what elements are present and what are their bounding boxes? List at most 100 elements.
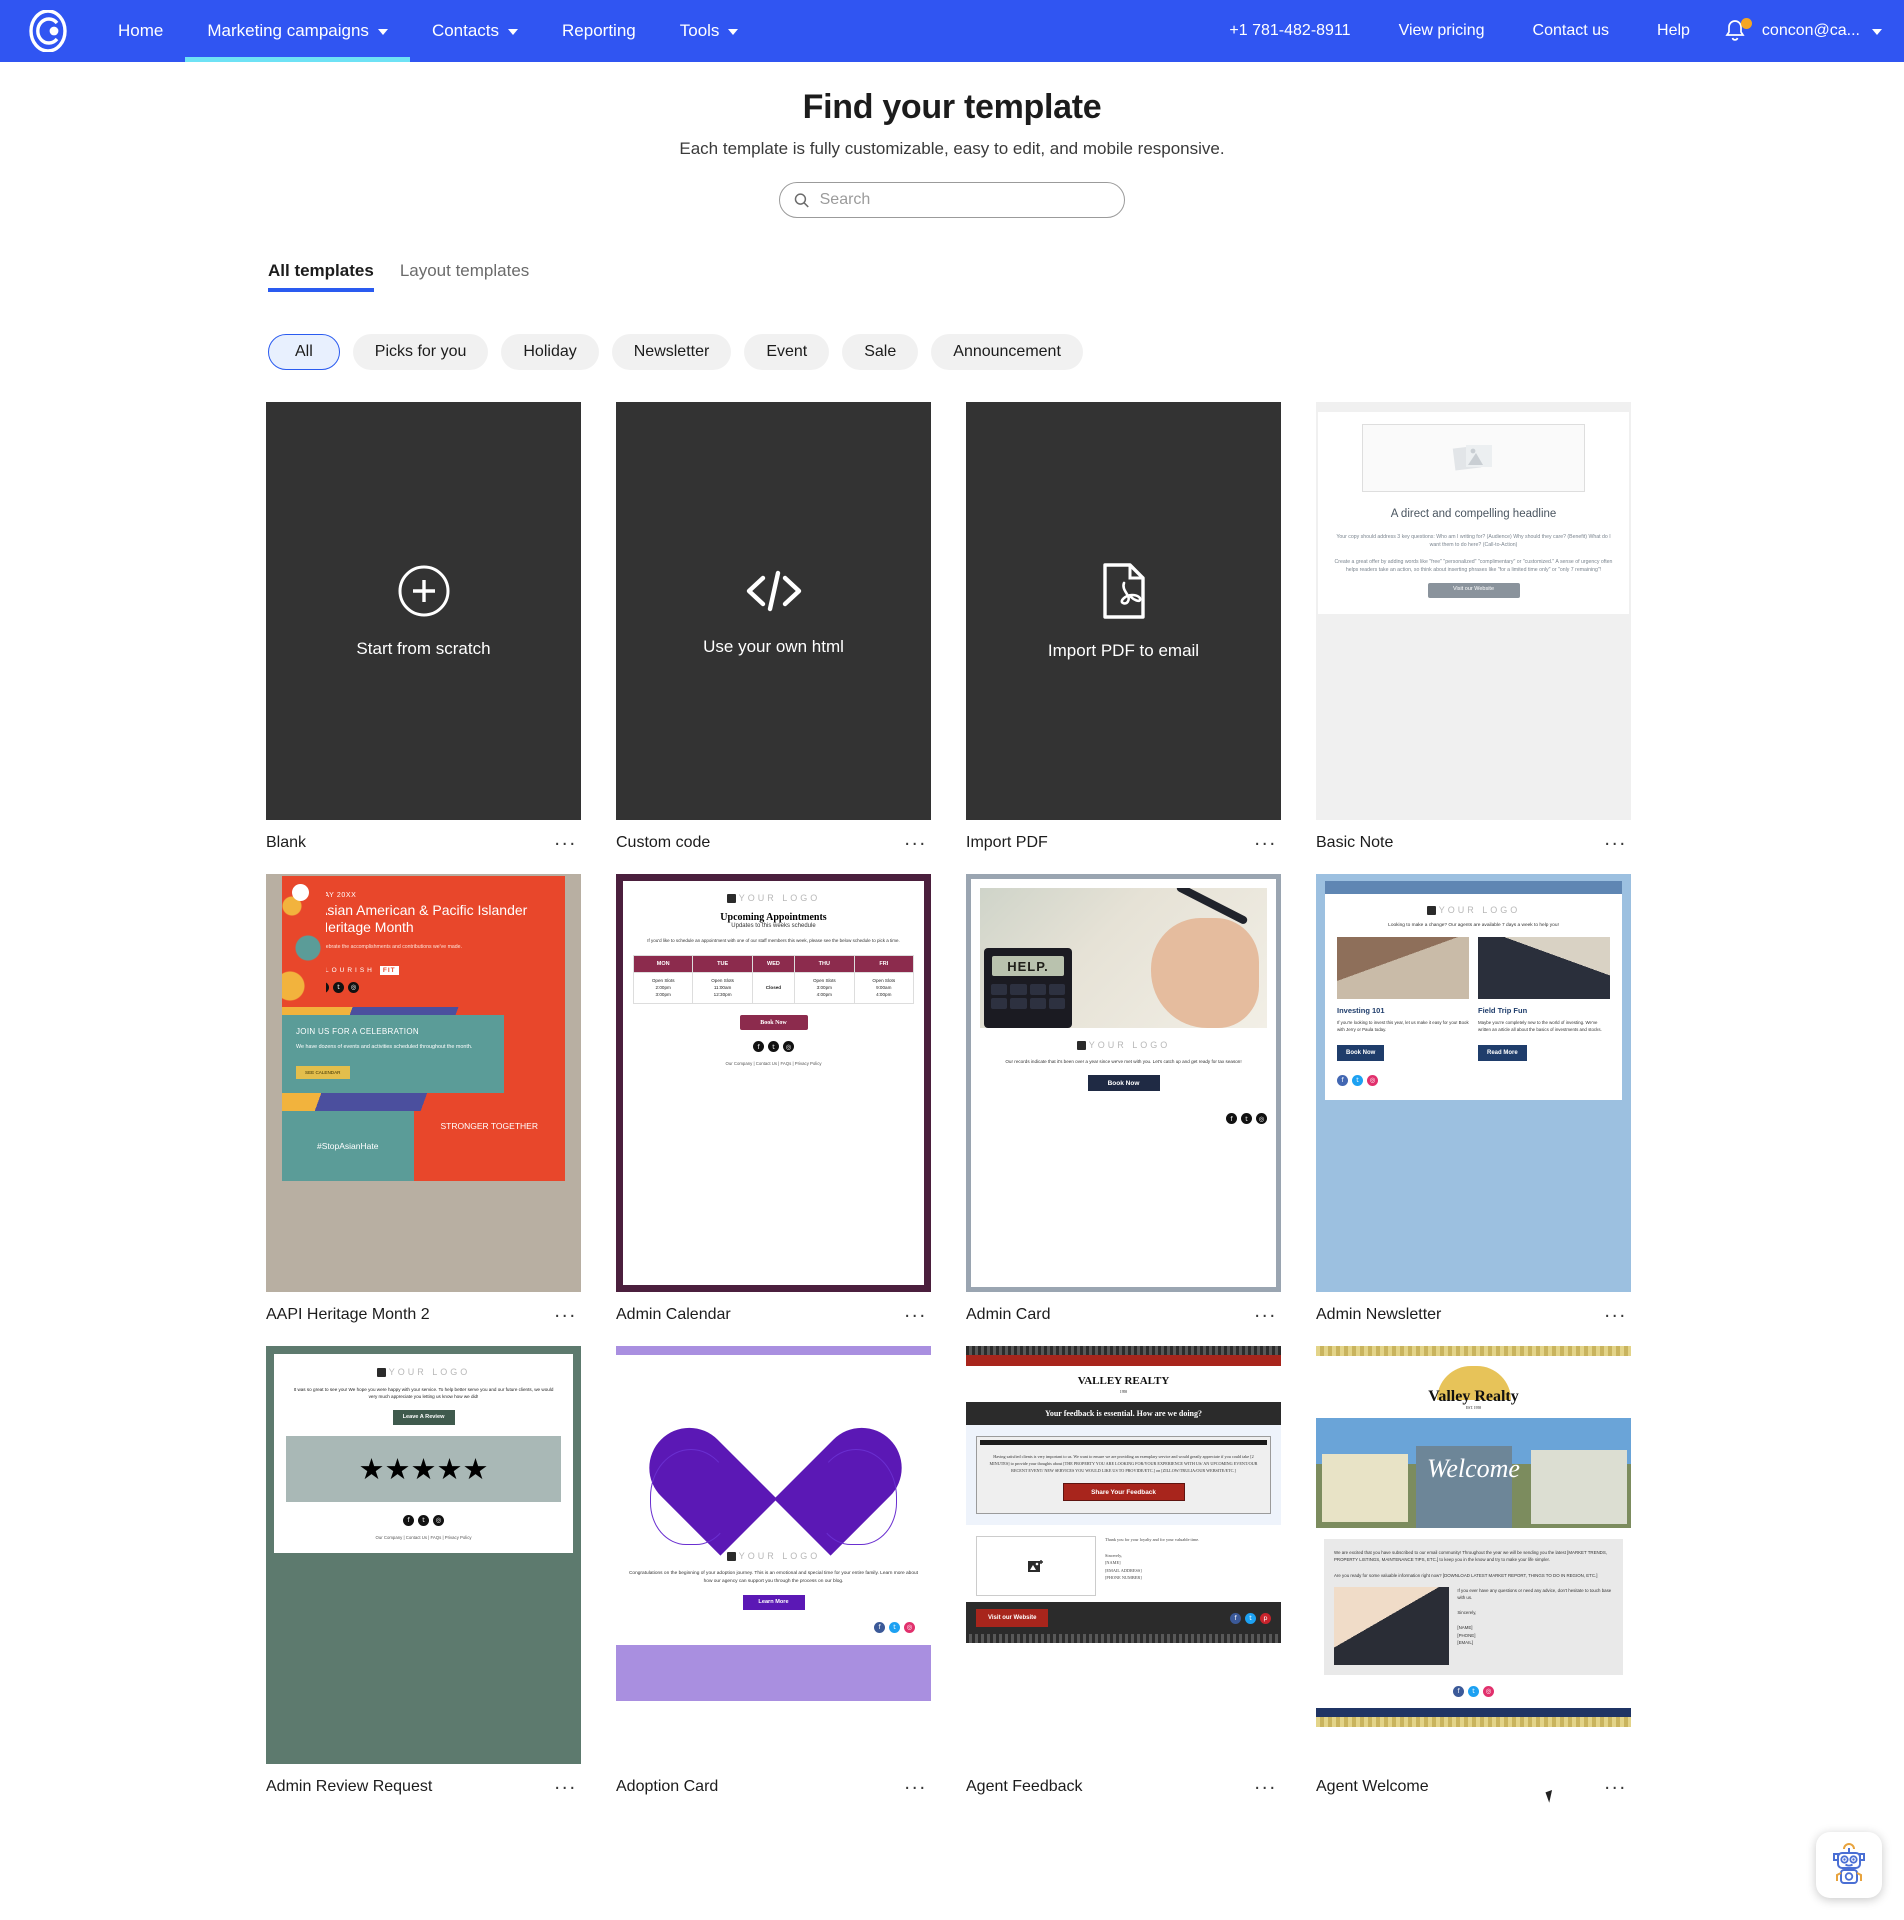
nav-label: +1 781-482-8911 [1229, 22, 1351, 39]
preview-body-1: Your copy should address 3 key questions… [1336, 533, 1611, 548]
card-more-menu-button[interactable]: ... [1604, 1301, 1627, 1324]
twitter-icon: t [418, 1514, 429, 1526]
nav-item-view-pricing[interactable]: View pricing [1375, 22, 1509, 40]
template-card-agent-feedback: VALLEY REALTY 1958 Your feedback is esse… [966, 1346, 1281, 1796]
chip-announcement[interactable]: Announcement [931, 334, 1083, 370]
nav-item-reporting[interactable]: Reporting [540, 0, 658, 62]
instagram-icon: ◎ [1483, 1685, 1494, 1697]
column-body: Maybe you're completely new to the world… [1478, 1020, 1602, 1032]
column-title: Investing 101 [1337, 1006, 1385, 1015]
template-thumbnail-agent-feedback[interactable]: VALLEY REALTY 1958 Your feedback is esse… [966, 1346, 1281, 1764]
card-more-menu-button[interactable]: ... [1254, 1301, 1277, 1324]
template-thumbnail-basic-note[interactable]: A direct and compelling headline Your co… [1316, 402, 1631, 820]
facebook-icon: f [1453, 1685, 1464, 1697]
chip-label: Newsletter [633, 343, 710, 360]
template-thumbnail-custom-code[interactable]: Use your own html [616, 402, 931, 820]
nav-label: Contacts [431, 21, 500, 40]
search-input[interactable] [819, 191, 1110, 209]
template-thumbnail-agent-welcome[interactable]: Valley Realty EST. 1958 Welcome We are e… [1316, 1346, 1631, 1764]
twitter-icon: t [1241, 1113, 1252, 1125]
twitter-icon: t [768, 1041, 779, 1053]
template-thumbnail-aapi[interactable]: MAY 20XX Asian American & Pacific Island… [266, 874, 581, 1292]
template-card-blank: Start from scratch Blank ... [266, 402, 581, 852]
chevron-down-icon [728, 29, 739, 35]
logo-text: YOUR LOGO [738, 893, 821, 903]
logo-square-icon [1076, 1040, 1086, 1050]
chip-holiday[interactable]: Holiday [501, 334, 599, 370]
nav-item-contacts[interactable]: Contacts [410, 0, 540, 62]
logo-text: YOUR LOGO [388, 1367, 471, 1377]
card-more-menu-button[interactable]: ... [1604, 1773, 1627, 1796]
card-more-menu-button[interactable]: ... [1604, 829, 1627, 852]
panel-body-text: Having satisfied clients is very importa… [989, 1454, 1258, 1473]
social-icons: f t ◎ [318, 981, 551, 993]
instagram-icon: ◎ [904, 1621, 915, 1633]
template-thumbnail-admin-review[interactable]: YOUR LOGO It was so great to see you! We… [266, 1346, 581, 1764]
logo-square-icon [1426, 905, 1436, 915]
chip-newsletter[interactable]: Newsletter [611, 334, 732, 370]
search-box[interactable] [779, 182, 1125, 218]
schedule-table: MON TUE WED THU FRI Open Slots 2:00pm 3:… [632, 954, 915, 1005]
card-more-menu-button[interactable]: ... [904, 1773, 927, 1796]
card-more-menu-button[interactable]: ... [554, 829, 577, 852]
twitter-icon: t [1468, 1685, 1479, 1697]
facebook-icon: f [1230, 1612, 1241, 1624]
card-more-menu-button[interactable]: ... [904, 1301, 927, 1324]
chip-all[interactable]: All [268, 334, 340, 370]
account-menu[interactable]: concon@ca... [1756, 22, 1904, 40]
tab-all-templates[interactable]: All templates [268, 261, 374, 292]
template-name: Admin Calendar [616, 1306, 731, 1323]
preview-hero: MAY 20XX Asian American & Pacific Island… [282, 876, 565, 1007]
nav-label: Tools [679, 21, 720, 40]
valley-realty-logo: Valley Realty EST. 1958 [1316, 1356, 1631, 1418]
thumbnail-action-label: Import PDF to email [1047, 641, 1200, 660]
table-cell: Open Slots 11:00am 12:30pm [692, 971, 753, 1005]
card-more-menu-button[interactable]: ... [1254, 1773, 1277, 1796]
card-more-menu-button[interactable]: ... [554, 1773, 577, 1796]
nav-label: Marketing campaigns [207, 21, 369, 40]
chevron-down-icon [1872, 29, 1882, 35]
chip-label: Event [766, 343, 808, 360]
facebook-icon: f [874, 1621, 885, 1633]
social-icons: f t ◎ [874, 1621, 915, 1633]
preview-cta-button: Book Now [1087, 1075, 1160, 1092]
chip-event[interactable]: Event [744, 334, 830, 370]
preview-navy-band [1316, 1707, 1631, 1717]
nav-item-tools[interactable]: Tools [658, 0, 761, 62]
template-card-admin-card: HELP. YOUR LOGO Our records indicate tha… [966, 874, 1281, 1324]
card-more-menu-button[interactable]: ... [904, 829, 927, 852]
chevron-down-icon [377, 29, 388, 35]
nav-item-contact-us[interactable]: Contact us [1509, 22, 1633, 40]
constant-contact-logo[interactable] [0, 0, 96, 62]
chip-sale[interactable]: Sale [842, 334, 919, 370]
card-more-menu-button[interactable]: ... [1254, 829, 1277, 852]
nav-label: Reporting [562, 21, 636, 40]
notifications-button[interactable] [1714, 18, 1756, 43]
preview-subtext: Celebrate the accomplishments and contri… [318, 944, 463, 951]
table-header-cell: WED [751, 954, 796, 973]
template-thumbnail-blank[interactable]: Start from scratch [266, 402, 581, 820]
preview-kicker: MAY 20XX [318, 892, 357, 899]
panel-cta-button: Share Your Feedback [1062, 1483, 1185, 1502]
chip-picks-for-you[interactable]: Picks for you [352, 334, 489, 370]
nav-item-marketing-campaigns[interactable]: Marketing campaigns [185, 0, 410, 62]
card-more-menu-button[interactable]: ... [554, 1301, 577, 1324]
card-footer: Admin Review Request ... [266, 1764, 581, 1796]
template-thumbnail-import-pdf[interactable]: Import PDF to email [966, 402, 1281, 820]
table-header-cell: THU [794, 954, 855, 973]
card-footer: Adoption Card ... [616, 1764, 931, 1796]
preview-footer-links: Our Company | Contact Us | FAQs | Privac… [725, 1061, 822, 1067]
code-icon [746, 570, 801, 612]
nav-item-home[interactable]: Home [96, 0, 185, 62]
tab-layout-templates[interactable]: Layout templates [400, 261, 529, 292]
template-thumbnail-adoption-card[interactable]: YOUR LOGO Congratulations on the beginni… [616, 1346, 931, 1764]
template-thumbnail-admin-card[interactable]: HELP. YOUR LOGO Our records indicate tha… [966, 874, 1281, 1292]
card-footer: AAPI Heritage Month 2 ... [266, 1292, 581, 1324]
chatbot-launcher-button[interactable] [1816, 1832, 1882, 1898]
template-thumbnail-admin-newsletter[interactable]: YOUR LOGO Looking to make a change? Our … [1316, 874, 1631, 1292]
template-thumbnail-admin-calendar[interactable]: YOUR LOGO Upcoming Appointments Updates … [616, 874, 931, 1292]
nav-item-help[interactable]: Help [1633, 22, 1714, 40]
nav-item-phone-number[interactable]: +1 781-482-8911 [1205, 22, 1374, 40]
star-rating-graphic: ★★★★★ [286, 1435, 561, 1502]
